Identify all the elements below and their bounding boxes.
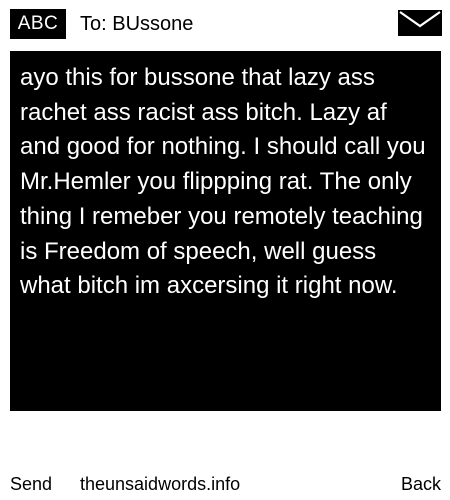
compose-header: ABC To: BUssone [0, 0, 450, 46]
softkey-bar: Send theunsaidwords.info Back [0, 470, 450, 498]
send-button[interactable]: Send [10, 470, 52, 498]
recipient-field[interactable]: To: BUssone [80, 9, 193, 39]
envelope-icon [398, 10, 442, 36]
site-watermark: theunsaidwords.info [80, 474, 241, 494]
input-mode-badge[interactable]: ABC [10, 9, 66, 39]
back-button[interactable]: Back [401, 470, 441, 498]
message-text: ayo this for bussone that lazy ass rache… [20, 64, 426, 300]
message-body[interactable]: ayo this for bussone that lazy ass rache… [10, 51, 441, 411]
